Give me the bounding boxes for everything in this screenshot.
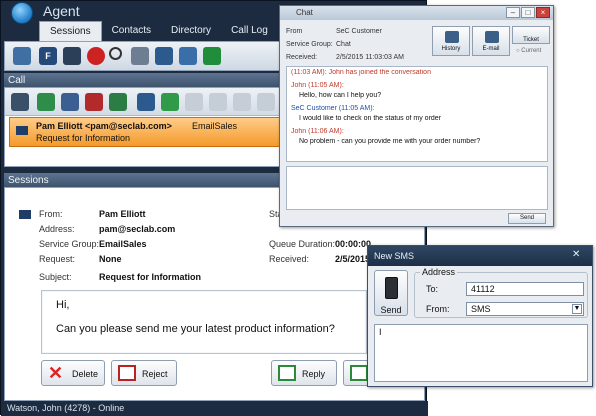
from-label: From: [39, 209, 63, 219]
reject-envelope-icon [118, 365, 136, 381]
delete-x-icon: ✕ [48, 363, 64, 383]
sms-window-title: New SMS [374, 251, 415, 261]
close-button[interactable]: × [536, 7, 550, 18]
mobile-phone-icon [385, 277, 398, 299]
from-label: From: [426, 304, 450, 314]
email-message-body[interactable]: Hi, Can you please send me your latest p… [41, 290, 367, 354]
tab-directory[interactable]: Directory [161, 21, 221, 41]
request-value: None [99, 254, 122, 264]
forms-icon[interactable]: F [39, 47, 57, 65]
answer-options-icon[interactable] [11, 93, 29, 111]
chat-line: SeC Customer (11:05 AM): [291, 105, 375, 112]
dialpad-icon[interactable] [179, 47, 197, 65]
message-text: Can you please send me your latest produ… [56, 323, 335, 335]
history-icon [445, 31, 459, 43]
current-option[interactable]: ○ Current [516, 48, 541, 54]
sms-title-bar: New SMS ✕ [368, 246, 592, 266]
delete-button[interactable]: ✕ Delete [41, 360, 105, 386]
chat-line: John (11:06 AM): [291, 128, 344, 135]
request-label: Request: [39, 254, 76, 264]
address-legend: Address [420, 267, 458, 277]
queue-duration-value: 00:00:00 [335, 239, 372, 249]
chat-line: (11:03 AM): John has joined the conversa… [291, 69, 431, 76]
new-sms-window: New SMS ✕ Send Address To: 41112 From: S… [367, 245, 593, 387]
hold-icon[interactable] [209, 93, 227, 111]
call-subject: Request for Information [36, 133, 131, 143]
call-phone-icon[interactable] [137, 93, 155, 111]
email-button[interactable]: E-mail [472, 26, 510, 56]
agent-status-icon[interactable] [13, 47, 31, 65]
chat-line: I would like to check on the status of m… [299, 115, 442, 122]
chat-title-bar: Chat – □ × [280, 6, 553, 20]
ticket-button[interactable]: Ticket [512, 26, 550, 44]
to-field[interactable]: 41112 [466, 282, 584, 296]
conference-icon[interactable] [233, 93, 251, 111]
from-select[interactable]: SMS ▼ [466, 302, 584, 316]
chat-received-label: Received: [286, 54, 318, 61]
chat-received-value: 2/5/2015 11:03:03 AM [336, 54, 404, 61]
tab-contacts[interactable]: Contacts [102, 21, 161, 41]
reject-button[interactable]: Reject [111, 360, 177, 386]
chat-group-label: Service Group: [286, 41, 333, 48]
minimize-button[interactable]: – [506, 7, 520, 18]
to-label: To: [426, 284, 439, 294]
message-greeting: Hi, [56, 299, 70, 311]
envelope-icon [16, 126, 28, 135]
accept-contact-icon[interactable] [109, 93, 127, 111]
chat-send-button[interactable]: Send [508, 213, 546, 224]
forward-envelope-icon [350, 365, 368, 381]
sms-message-body[interactable]: I [374, 324, 588, 382]
email-icon [485, 31, 499, 43]
settings-icon[interactable] [131, 47, 149, 65]
service-group-label: Service Group: [39, 239, 100, 249]
subject-label: Subject: [39, 272, 72, 282]
search-icon[interactable] [109, 47, 122, 60]
mute-icon[interactable] [257, 93, 275, 111]
envelope-icon [19, 210, 31, 219]
transfer-phone-icon[interactable] [203, 47, 221, 65]
phone-icon[interactable] [155, 47, 173, 65]
tab-sessions[interactable]: Sessions [39, 21, 102, 41]
chat-line: John (11:05 AM): [291, 82, 344, 89]
address-value: pam@seclab.com [99, 224, 176, 234]
chat-group-value: Chat [336, 41, 351, 48]
from-value: Pam Elliott [99, 209, 146, 219]
queue-duration-label: Queue Duration: [269, 239, 336, 249]
reject-contact-icon[interactable] [85, 93, 103, 111]
main-menu-tabs: Sessions Contacts Directory Call Log [39, 21, 278, 41]
chat-window: Chat – □ × From SeC Customer Service Gro… [279, 5, 554, 227]
chat-from-label: From [286, 28, 303, 35]
accept-email-icon[interactable] [37, 93, 55, 111]
hangup-icon[interactable] [185, 93, 203, 111]
headset-logo-icon [11, 2, 33, 24]
chat-line: Hello, how can I help you? [299, 92, 382, 99]
chat-input[interactable] [286, 166, 548, 210]
chat-from-value: SeC Customer [336, 28, 382, 35]
service-group-value: EmailSales [99, 239, 147, 249]
chat-line: No problem - can you provide me with you… [299, 138, 481, 145]
chevron-down-icon[interactable]: ▼ [572, 304, 582, 314]
sms-send-button[interactable]: Send [374, 270, 408, 316]
chat-transcript: (11:03 AM): John has joined the conversa… [286, 66, 548, 162]
address-label: Address: [39, 224, 75, 234]
answer-phone-icon[interactable] [161, 93, 179, 111]
reply-button[interactable]: Reply [271, 360, 337, 386]
received-label: Received: [269, 254, 310, 264]
chat-window-title: Chat [296, 8, 313, 17]
received-value: 2/5/2015 [335, 254, 371, 264]
contact-icon[interactable] [61, 93, 79, 111]
reply-envelope-icon [278, 365, 296, 381]
history-button[interactable]: History [432, 26, 470, 56]
maximize-button[interactable]: □ [521, 7, 535, 18]
subject-value: Request for Information [99, 272, 202, 282]
close-icon[interactable]: ✕ [572, 249, 580, 260]
call-queue: EmailSales [192, 121, 238, 131]
status-bar: Watson, John (4278) - Online [1, 401, 428, 416]
call-caller: Pam Elliott <pam@seclab.com> [36, 121, 172, 131]
agent-window-title: Agent [43, 3, 80, 19]
monitor-icon[interactable] [63, 47, 81, 65]
tab-call-log[interactable]: Call Log [221, 21, 278, 41]
record-icon[interactable] [87, 47, 105, 65]
